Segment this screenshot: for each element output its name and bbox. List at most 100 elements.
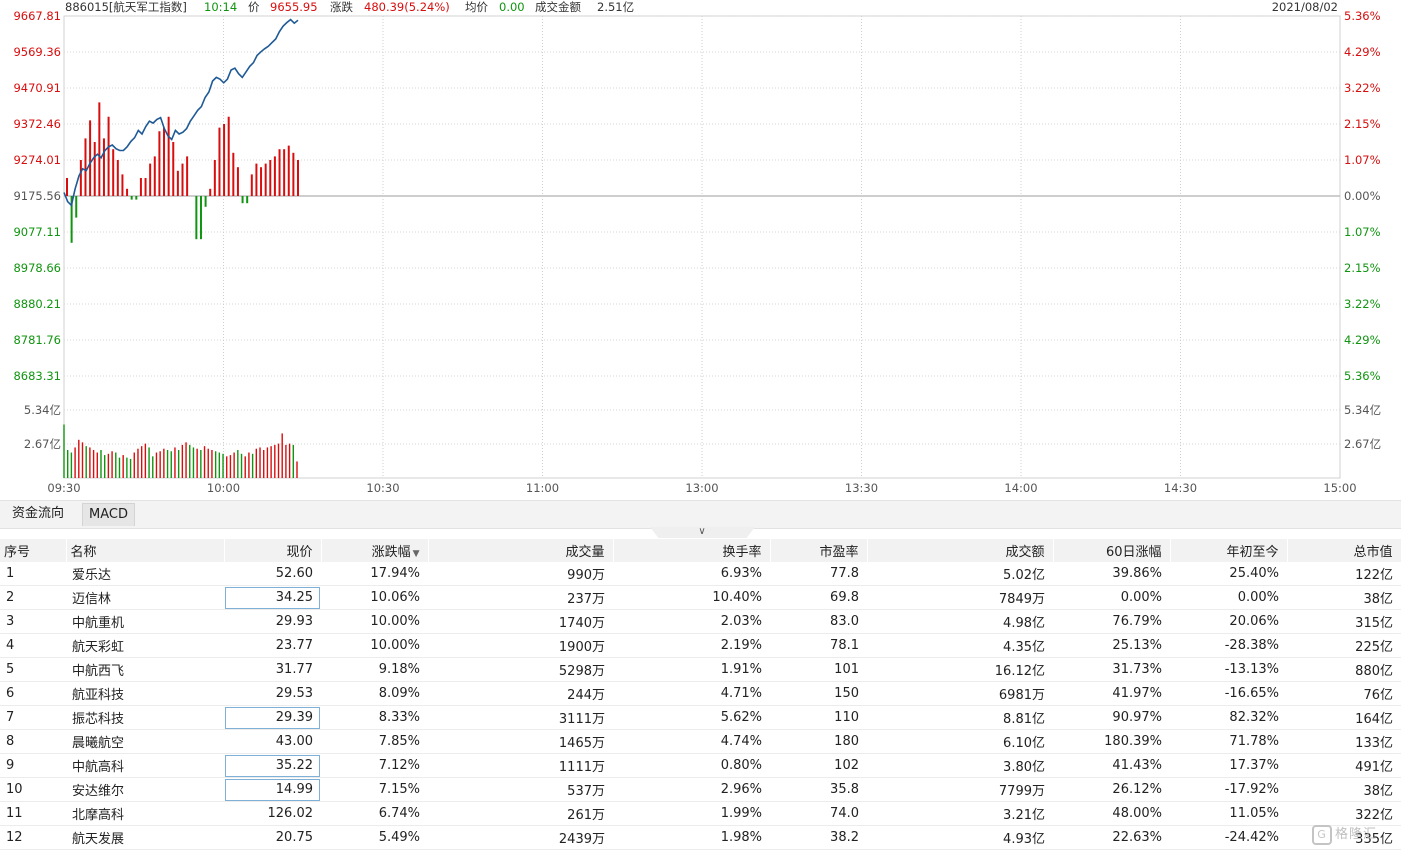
row-ytd: -13.13% xyxy=(1170,657,1287,682)
chevron-down-icon[interactable]: ∨ xyxy=(693,527,711,537)
row-60d: 41.97% xyxy=(1053,681,1170,706)
row-60d: 25.13% xyxy=(1053,633,1170,658)
row-market-cap: 133亿 xyxy=(1287,729,1401,754)
pct-tick-label: 1.07% xyxy=(1344,225,1381,239)
col-header-price[interactable]: 现价 xyxy=(224,539,322,562)
pct-tick-label: 4.29% xyxy=(1344,45,1381,59)
col-header-volume[interactable]: 成交量 xyxy=(428,539,614,562)
table-row[interactable]: 7 振芯科技 29.39 8.33% 3111万 5.62% 110 8.81亿 90.97% 8… xyxy=(0,705,1401,730)
row-no: 4 xyxy=(0,633,66,658)
row-amount: 3.80亿 xyxy=(867,753,1053,778)
intraday-chart[interactable]: 886015[航天军工指数] 10:14 价 9655.95 涨跌 480.39… xyxy=(0,0,1401,500)
row-volume: 1465万 xyxy=(428,729,613,754)
tab-fund-flow[interactable]: 资金流向 xyxy=(6,503,70,525)
table-row[interactable]: 3 中航重机 29.93 10.00% 1740万 2.03% 83.0 4.98亿 76.79… xyxy=(0,609,1401,634)
row-ytd: -17.92% xyxy=(1170,777,1287,802)
row-pe: 69.8 xyxy=(770,585,867,610)
row-amount: 16.12亿 xyxy=(867,657,1053,682)
pct-tick-label: 5.36% xyxy=(1344,9,1381,23)
row-turnover-rate: 2.03% xyxy=(613,609,770,634)
row-volume: 5298万 xyxy=(428,657,613,682)
table-row[interactable]: 8 晨曦航空 43.00 7.85% 1465万 4.74% 180 6.10亿 180.39%… xyxy=(0,729,1401,754)
row-60d: 39.86% xyxy=(1053,562,1170,586)
row-turnover-rate: 10.40% xyxy=(613,585,770,610)
table-row[interactable]: 10 安达维尔 14.99 7.15% 537万 2.96% 35.8 7799万 26.12%… xyxy=(0,777,1401,802)
row-60d: 90.97% xyxy=(1053,705,1170,730)
pct-tick-label: 0.00% xyxy=(1344,189,1381,203)
row-price: 29.93 xyxy=(224,609,321,634)
col-header-ytd[interactable]: 年初至今 xyxy=(1170,539,1288,562)
row-turnover-rate: 4.74% xyxy=(613,729,770,754)
col-header-name[interactable]: 名称 xyxy=(66,539,225,562)
row-name: 中航西飞 xyxy=(66,657,224,682)
price-label: 价 xyxy=(248,0,260,14)
row-amount: 7799万 xyxy=(867,777,1053,802)
volume-bars xyxy=(63,424,298,478)
row-market-cap: 76亿 xyxy=(1287,681,1401,706)
row-name: 航亚科技 xyxy=(66,681,224,706)
table-row[interactable]: 4 航天彩虹 23.77 10.00% 1900万 2.19% 78.1 4.35亿 25.13… xyxy=(0,633,1401,658)
row-pct: 10.00% xyxy=(321,609,428,634)
table-row[interactable]: 12 航天发展 20.75 5.49% 2439万 1.98% 38.2 4.93亿 22.63… xyxy=(0,825,1401,850)
row-volume: 1740万 xyxy=(428,609,613,634)
col-header-amount[interactable]: 成交额 xyxy=(867,539,1054,562)
row-pct: 10.00% xyxy=(321,633,428,658)
price-tick-label: 8880.21 xyxy=(13,297,61,311)
table-row[interactable]: 1 爱乐达 52.60 17.94% 990万 6.93% 77.8 5.02亿 39.86% 2… xyxy=(0,562,1401,586)
col-header-pct-label: 涨跌幅 xyxy=(371,545,411,560)
row-name: 迈信林 xyxy=(66,585,224,610)
tab-macd[interactable]: MACD xyxy=(82,503,135,526)
col-header-turnover-rate[interactable]: 换手率 xyxy=(613,539,771,562)
row-pe: 102 xyxy=(770,753,867,778)
price-tick-label: 9569.36 xyxy=(13,45,61,59)
col-header-pe[interactable]: 市盈率 xyxy=(770,539,868,562)
row-pe: 150 xyxy=(770,681,867,706)
table-row[interactable]: 9 中航高科 35.22 7.12% 1111万 0.80% 102 3.80亿 41.43% 1… xyxy=(0,753,1401,778)
table-row[interactable]: 5 中航西飞 31.77 9.18% 5298万 1.91% 101 16.12亿 31.73%… xyxy=(0,657,1401,682)
trade-date: 2021/08/02 xyxy=(1272,0,1338,14)
row-no: 6 xyxy=(0,681,66,706)
row-no: 12 xyxy=(0,825,66,850)
row-amount: 4.35亿 xyxy=(867,633,1053,658)
col-header-no[interactable]: 序号 xyxy=(0,539,67,562)
row-name: 安达维尔 xyxy=(66,777,224,802)
row-turnover-rate: 1.91% xyxy=(613,657,770,682)
col-header-60d[interactable]: 60日涨幅 xyxy=(1053,539,1171,562)
constituent-table: 序号 名称 现价 涨跌幅 ▼ 成交量 换手率 市盈率 成交额 60日涨幅 年初至今… xyxy=(0,539,1401,850)
table-row[interactable]: 11 北摩高科 126.02 6.74% 261万 1.99% 74.0 3.21亿 48.00… xyxy=(0,801,1401,826)
pct-tick-label: 2.15% xyxy=(1344,261,1381,275)
col-header-market-cap[interactable]: 总市值 xyxy=(1287,539,1401,562)
row-60d: 41.43% xyxy=(1053,753,1170,778)
row-volume: 2439万 xyxy=(428,825,613,850)
row-name: 中航重机 xyxy=(66,609,224,634)
row-pct: 9.18% xyxy=(321,657,428,682)
price-tick-label: 8781.76 xyxy=(13,333,61,347)
row-market-cap: 315亿 xyxy=(1287,609,1401,634)
pct-tick-label: 5.36% xyxy=(1344,369,1381,383)
row-price: 29.39 xyxy=(224,705,321,730)
row-pct: 8.09% xyxy=(321,681,428,706)
avg-value: 0.00 xyxy=(499,0,525,14)
change-value: 480.39(5.24%) xyxy=(364,0,450,14)
row-amount: 5.02亿 xyxy=(867,562,1053,586)
volume-tick-label: 2.67亿 xyxy=(1344,437,1381,451)
turnover-value: 2.51亿 xyxy=(597,0,634,14)
row-no: 8 xyxy=(0,729,66,754)
row-market-cap: 491亿 xyxy=(1287,753,1401,778)
sort-desc-icon: ▼ xyxy=(412,549,420,559)
col-header-pct[interactable]: 涨跌幅 ▼ xyxy=(321,539,429,562)
row-name: 北摩高科 xyxy=(66,801,224,826)
price-tick-label: 9077.11 xyxy=(13,225,61,239)
row-price: 34.25 xyxy=(224,585,321,610)
row-amount: 4.93亿 xyxy=(867,825,1053,850)
row-price: 23.77 xyxy=(224,633,321,658)
row-market-cap: 38亿 xyxy=(1287,777,1401,802)
row-ytd: -16.65% xyxy=(1170,681,1287,706)
price-value: 9655.95 xyxy=(270,0,318,14)
row-60d: 48.00% xyxy=(1053,801,1170,826)
table-row[interactable]: 6 航亚科技 29.53 8.09% 244万 4.71% 150 6981万 41.97% -1… xyxy=(0,681,1401,706)
table-row[interactable]: 2 迈信林 34.25 10.06% 237万 10.40% 69.8 7849万 0.00% 0… xyxy=(0,585,1401,610)
time-axis: 09:30 10:00 10:30 11:00 13:00 13:30 14:00 14:30… xyxy=(47,481,1356,495)
row-price: 20.75 xyxy=(224,825,321,850)
row-amount: 4.98亿 xyxy=(867,609,1053,634)
